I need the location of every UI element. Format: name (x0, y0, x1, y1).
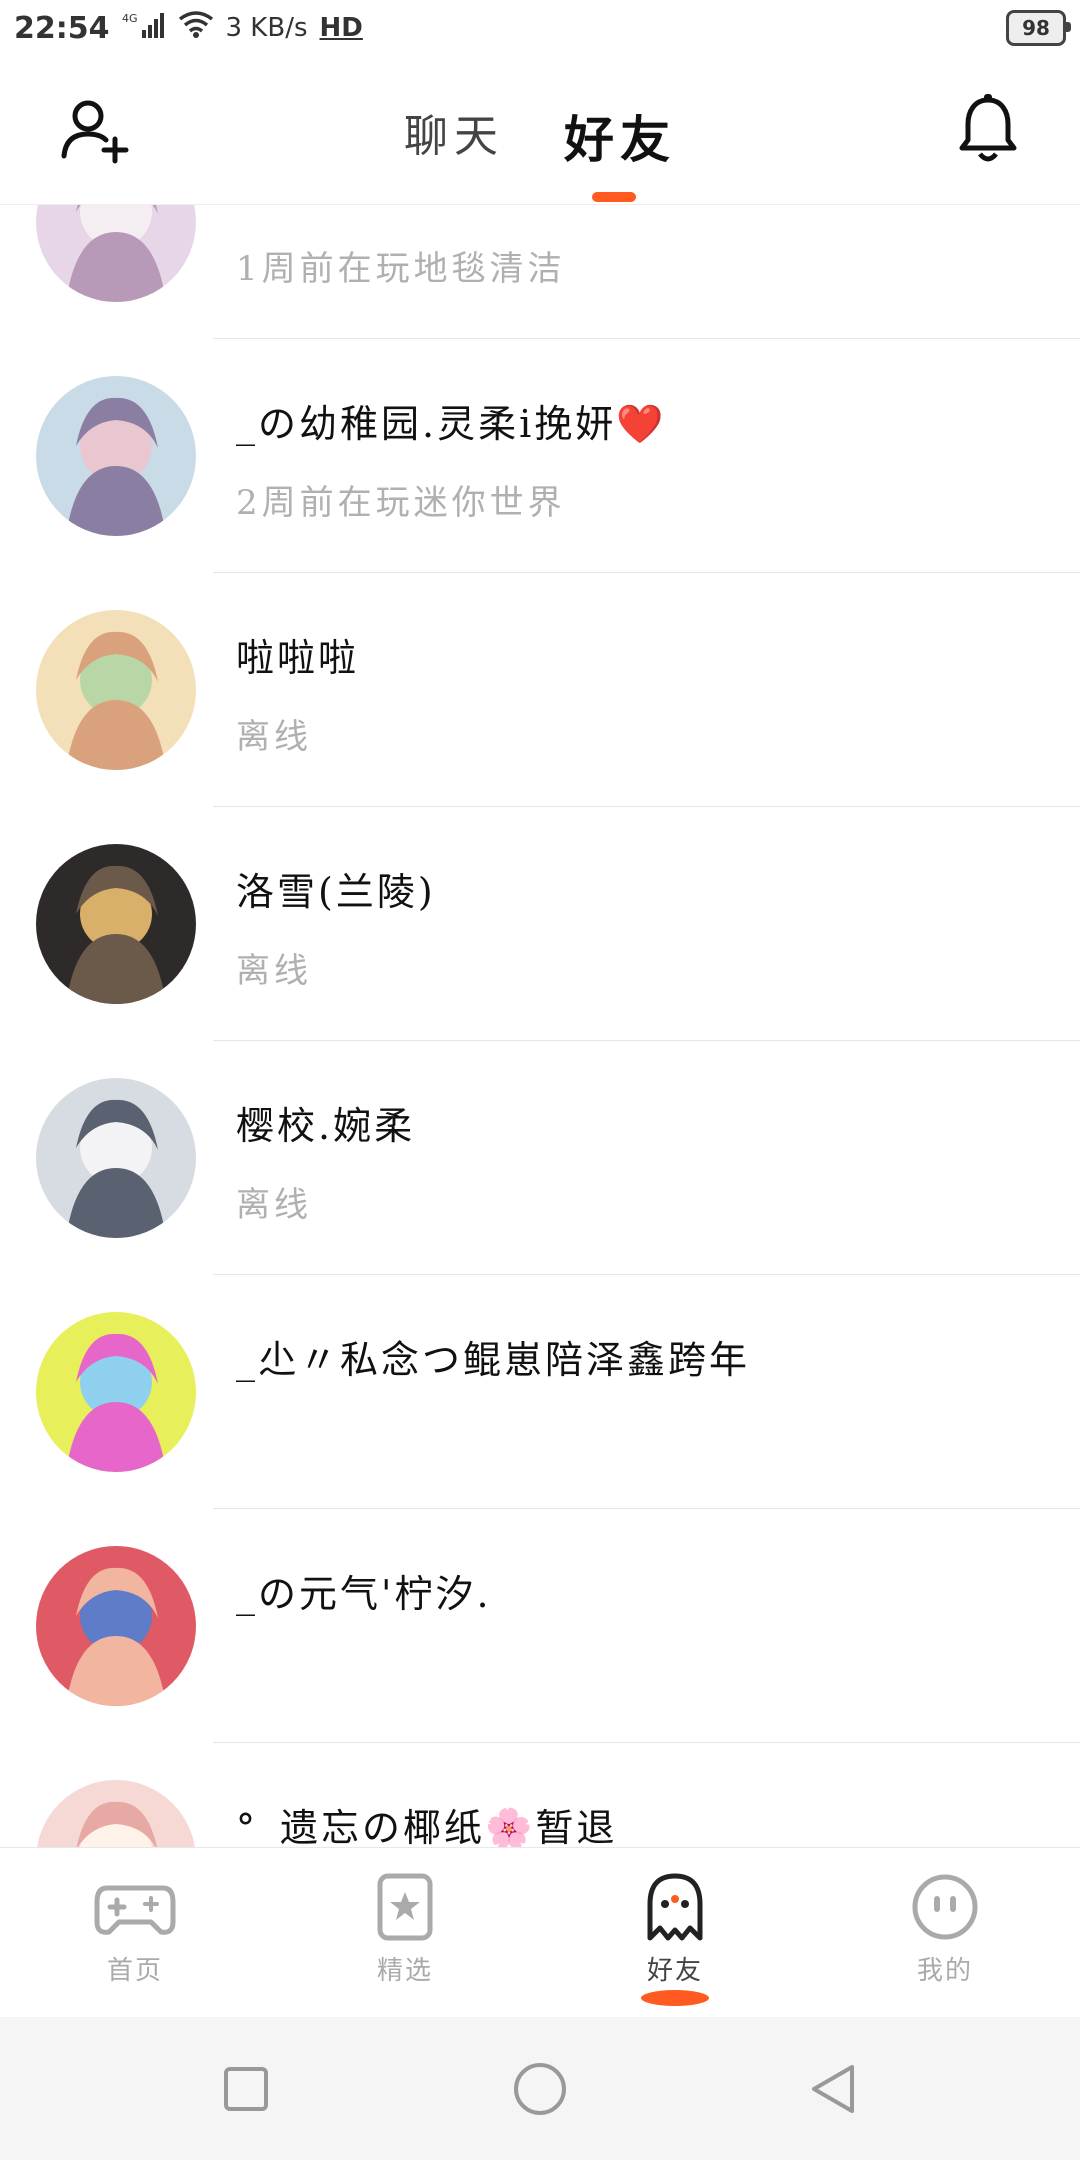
avatar[interactable] (36, 1078, 196, 1238)
square-icon (224, 2067, 268, 2111)
avatar-image (36, 376, 196, 536)
avatar-image (36, 1780, 196, 1847)
face-icon (912, 1874, 978, 1940)
signal-icon: 4G (122, 10, 166, 47)
top-header: 聊天 好友 (0, 56, 1080, 205)
hd-indicator: HD (319, 13, 363, 43)
avatar[interactable] (36, 844, 196, 1004)
nav-home[interactable]: 首页 (35, 1872, 235, 1987)
nav-me-label: 我的 (916, 1956, 973, 1986)
friend-row[interactable]: _尐〃私念つ鲲崽陪泽鑫跨年 (0, 1275, 1080, 1509)
battery-level: 98 (1022, 16, 1050, 40)
bell-icon (959, 94, 1017, 162)
friend-status: 1周前在玩地毯清洁 (236, 249, 566, 289)
friend-row[interactable]: °_遗忘の椰纸🌸暂退 (0, 1743, 1080, 1847)
active-nav-indicator (641, 1990, 709, 2006)
tab-friends[interactable]: 好友 (564, 100, 676, 172)
friend-status: 离线 (236, 1185, 312, 1225)
avatar[interactable] (36, 205, 196, 302)
friend-name: _尐〃私念つ鲲崽陪泽鑫跨年 (236, 1338, 751, 1382)
recent-apps-button[interactable] (218, 2061, 274, 2117)
nav-me[interactable]: 我的 (845, 1872, 1045, 1987)
friend-name: °_遗忘の椰纸🌸暂退 (236, 1806, 618, 1847)
friend-row[interactable]: 洛雪(兰陵) 离线 (0, 807, 1080, 1041)
bottom-nav: 首页 精选 好友 我的 (0, 1847, 1080, 2018)
avatar[interactable] (36, 610, 196, 770)
nav-featured[interactable]: 精选 (305, 1872, 505, 1987)
gamepad-icon (94, 1885, 176, 1935)
circle-icon (514, 2063, 566, 2115)
avatar-image (36, 610, 196, 770)
friend-row[interactable]: _の幼稚园.灵柔i挽妍❤️ 2周前在玩迷你世界 (0, 339, 1080, 573)
friend-name: _の元气'柠汐. (236, 1572, 492, 1616)
avatar-image (36, 1312, 196, 1472)
avatar-image (36, 205, 196, 302)
svg-text:4G: 4G (122, 12, 138, 25)
avatar[interactable] (36, 1780, 196, 1847)
friend-row[interactable]: 1周前在玩地毯清洁 (0, 205, 1080, 339)
friend-status: 2周前在玩迷你世界 (236, 483, 566, 523)
nav-friends-label: 好友 (646, 1956, 703, 1986)
avatar[interactable] (36, 1546, 196, 1706)
back-button[interactable] (806, 2061, 862, 2117)
wifi-icon (178, 9, 214, 47)
active-tab-indicator (592, 192, 636, 202)
system-nav-bar (0, 2017, 1080, 2160)
friend-row[interactable]: 啦啦啦 离线 (0, 573, 1080, 807)
nav-featured-label: 精选 (376, 1956, 433, 1986)
tab-chat[interactable]: 聊天 (404, 100, 504, 172)
battery-icon: 98 (1006, 10, 1071, 46)
network-speed: 3 KB/s (225, 13, 308, 43)
friend-row[interactable]: _の元气'柠汐. (0, 1509, 1080, 1743)
friend-name: 樱校.婉柔 (236, 1104, 416, 1148)
friend-name: _の幼稚园.灵柔i挽妍❤️ (236, 402, 667, 446)
status-time: 22:54 (14, 10, 110, 46)
nav-home-label: 首页 (106, 1956, 163, 1986)
home-button[interactable] (512, 2061, 568, 2117)
friend-name: 洛雪(兰陵) (236, 870, 436, 914)
nav-friends[interactable]: 好友 (575, 1872, 775, 2006)
back-triangle-icon (812, 2065, 854, 2113)
friend-list[interactable]: 1周前在玩地毯清洁 _の幼稚园.灵柔i挽妍❤️ 2周前在玩迷你世界 啦啦啦 离线 洛雪(兰… (0, 205, 1080, 1847)
avatar-image (36, 1546, 196, 1706)
status-bar: 22:54 4G 3 KB/s HD 98 (0, 0, 1080, 56)
notification-button[interactable] (956, 94, 1020, 166)
avatar-image (36, 1078, 196, 1238)
avatar-image (36, 844, 196, 1004)
friend-name: 啦啦啦 (236, 636, 360, 680)
friend-status: 离线 (236, 951, 312, 991)
avatar[interactable] (36, 1312, 196, 1472)
avatar[interactable] (36, 376, 196, 536)
friend-row[interactable]: 樱校.婉柔离线 (0, 1041, 1080, 1275)
star-card-icon (377, 1873, 433, 1941)
friend-status: 离线 (236, 717, 312, 757)
ghost-icon (647, 1873, 703, 1941)
top-tabs: 聊天 好友 (0, 100, 1080, 172)
